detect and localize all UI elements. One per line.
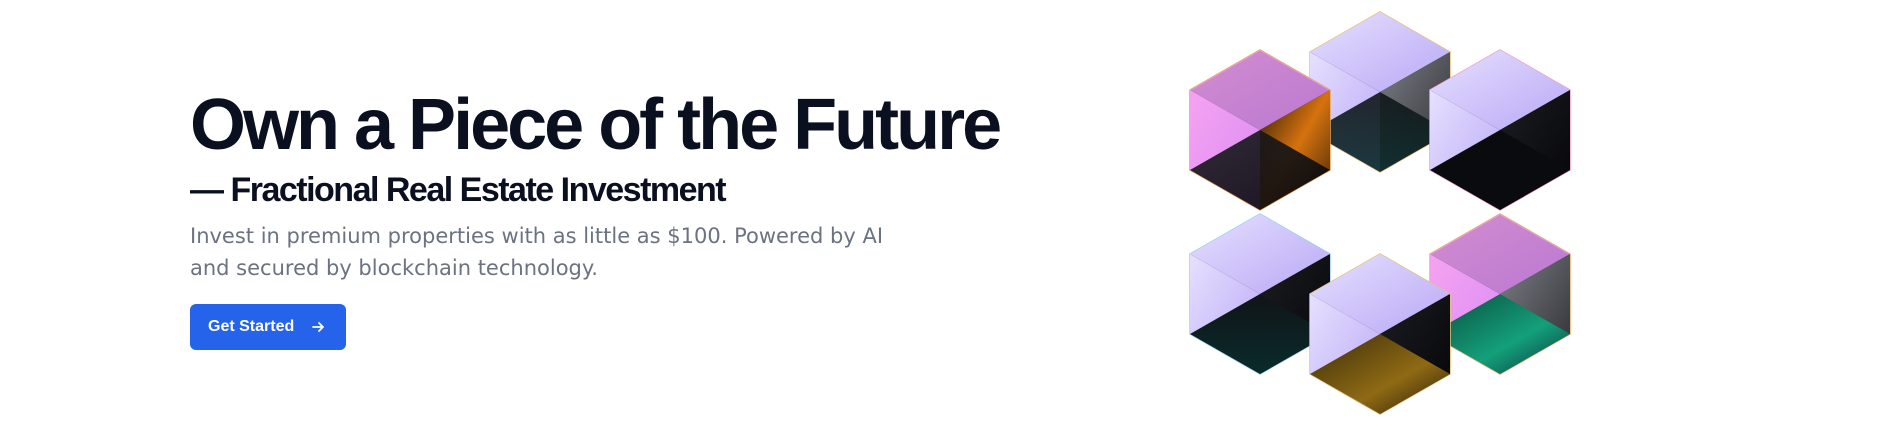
cube-top-right xyxy=(1429,49,1571,211)
cube-bottom-left xyxy=(1189,213,1331,375)
hero-section: Own a Piece of the Future — Fractional R… xyxy=(0,0,1898,432)
hero-title: Own a Piece of the Future xyxy=(190,85,1002,165)
hero-content: Own a Piece of the Future — Fractional R… xyxy=(190,84,1002,350)
hero-subtitle: — Fractional Real Estate Investment xyxy=(190,171,727,209)
cubes-illustration xyxy=(1188,8,1572,424)
hero-description: Invest in premium properties with as lit… xyxy=(190,224,884,280)
cube-bottom-middle xyxy=(1309,253,1451,415)
cube-bottom-right xyxy=(1429,213,1571,375)
get-started-button[interactable]: Get Started xyxy=(190,304,347,350)
cube-top-middle xyxy=(1309,11,1451,173)
arrow-right-icon xyxy=(310,319,326,335)
get-started-label: Get Started xyxy=(208,318,295,335)
cube-top-left xyxy=(1189,49,1331,211)
